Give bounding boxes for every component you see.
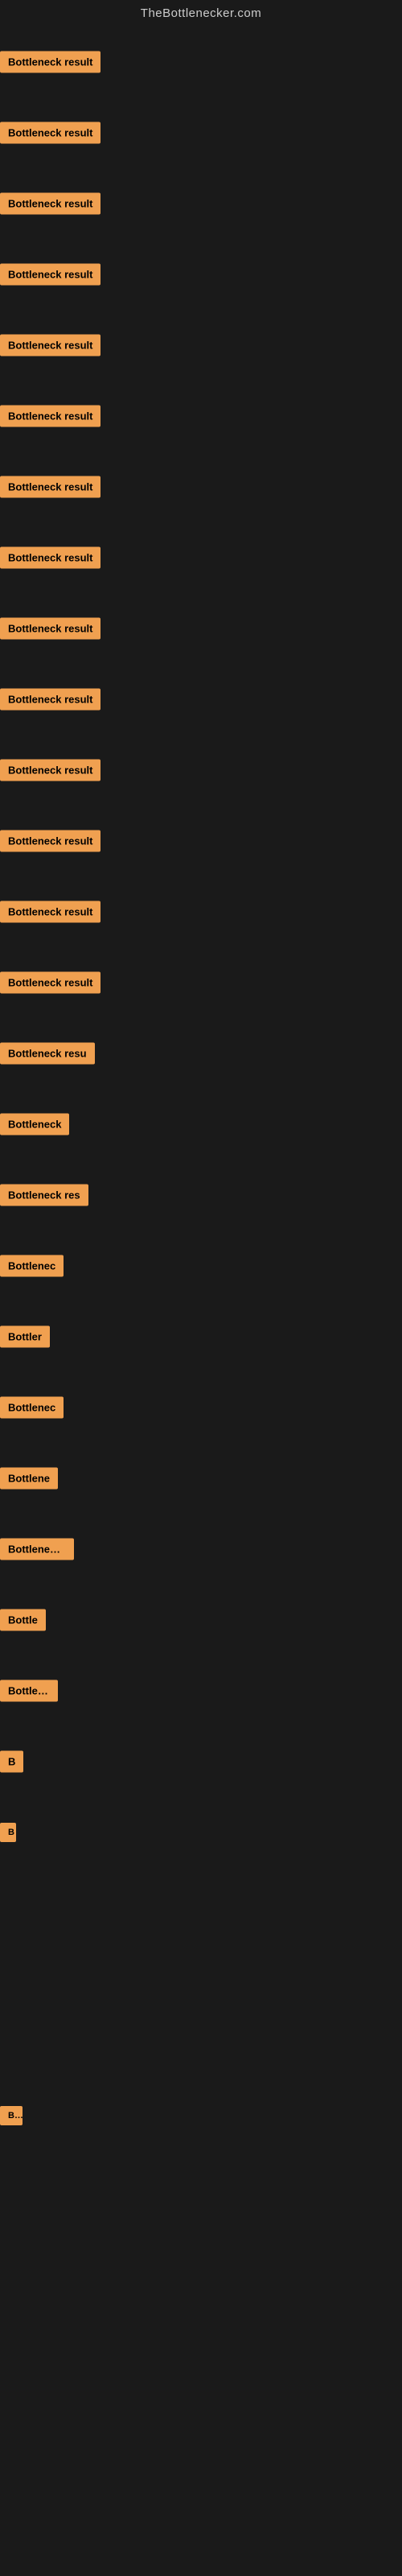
list-item [0,2505,402,2576]
bottleneck-badge[interactable]: Bottleneck result [0,901,100,923]
bottleneck-badge[interactable]: Bottleneck result [0,122,100,144]
list-item [0,2364,402,2434]
list-item: Bottleneck result [0,27,402,97]
bottleneck-badge[interactable]: B [0,1751,23,1773]
list-item [0,2222,402,2293]
list-item: Bottleneck result [0,381,402,451]
bottleneck-badge[interactable]: Bottlenec [0,1680,58,1702]
bottleneck-badge[interactable]: Bo [0,2106,23,2125]
list-item: Bottlenec [0,1655,402,1726]
bottleneck-badge[interactable]: Bottleneck res [0,1185,88,1206]
bottleneck-badge[interactable]: Bottleneck result [0,476,100,498]
list-item: Bottlene [0,1443,402,1514]
list-item: Bottleneck result [0,876,402,947]
bottleneck-badge[interactable]: Bottleneck result [0,406,100,427]
list-item [0,2434,402,2505]
bottleneck-badge[interactable]: Bottleneck result [0,264,100,286]
bottleneck-badge[interactable]: Bottleneck result [0,760,100,781]
list-item: Bottleneck resu [0,1018,402,1089]
list-item: B [0,1726,402,1797]
bottleneck-list: Bottleneck result Bottleneck result Bottle… [0,27,402,2576]
bottleneck-badge[interactable]: Bottlene [0,1468,58,1490]
bottleneck-badge[interactable]: Bottleneck result [0,52,100,73]
list-item [0,2293,402,2364]
bottleneck-badge[interactable]: Bottle [0,1609,46,1631]
bottleneck-badge[interactable]: Bottleneck result [0,547,100,569]
bottleneck-badge[interactable]: Bottleneck [0,1114,69,1136]
bottleneck-badge[interactable]: B [0,1823,16,1842]
list-item: Bottlenec [0,1372,402,1443]
list-item: Bottleneck r [0,1514,402,1585]
list-item: B [0,1797,402,1868]
list-item: Bottleneck res [0,1160,402,1230]
list-item: Bottleneck result [0,806,402,876]
site-header: TheBottlenecker.com [0,0,402,27]
list-item: Bottleneck result [0,310,402,381]
list-item: Bottler [0,1301,402,1372]
list-item [0,2009,402,2080]
bottleneck-badge[interactable]: Bottleneck result [0,618,100,640]
bottleneck-badge[interactable]: Bottleneck r [0,1539,74,1560]
list-item: Bo [0,2080,402,2151]
list-item [0,1868,402,1939]
list-item: Bottlenec [0,1230,402,1301]
list-item: Bottleneck result [0,97,402,168]
bottleneck-badge[interactable]: Bottlenec [0,1397,64,1419]
bottleneck-badge[interactable]: Bottleneck result [0,831,100,852]
list-item [0,2151,402,2222]
list-item: Bottleneck result [0,593,402,664]
bottleneck-badge[interactable]: Bottleneck resu [0,1043,95,1065]
bottleneck-badge[interactable]: Bottleneck result [0,193,100,215]
bottleneck-badge[interactable]: Bottler [0,1326,50,1348]
list-item: Bottleneck result [0,735,402,806]
list-item: Bottle [0,1585,402,1655]
list-item: Bottleneck [0,1089,402,1160]
list-item: Bottleneck result [0,664,402,735]
bottleneck-badge[interactable]: Bottleneck result [0,972,100,994]
bottleneck-badge[interactable]: Bottlenec [0,1255,64,1277]
site-title: TheBottlenecker.com [141,6,261,20]
bottleneck-badge[interactable]: Bottleneck result [0,335,100,357]
list-item: Bottleneck result [0,451,402,522]
list-item: Bottleneck result [0,168,402,239]
bottleneck-badge[interactable]: Bottleneck result [0,689,100,711]
list-item: Bottleneck result [0,522,402,593]
list-item: Bottleneck result [0,947,402,1018]
list-item: Bottleneck result [0,239,402,310]
list-item [0,1939,402,2009]
